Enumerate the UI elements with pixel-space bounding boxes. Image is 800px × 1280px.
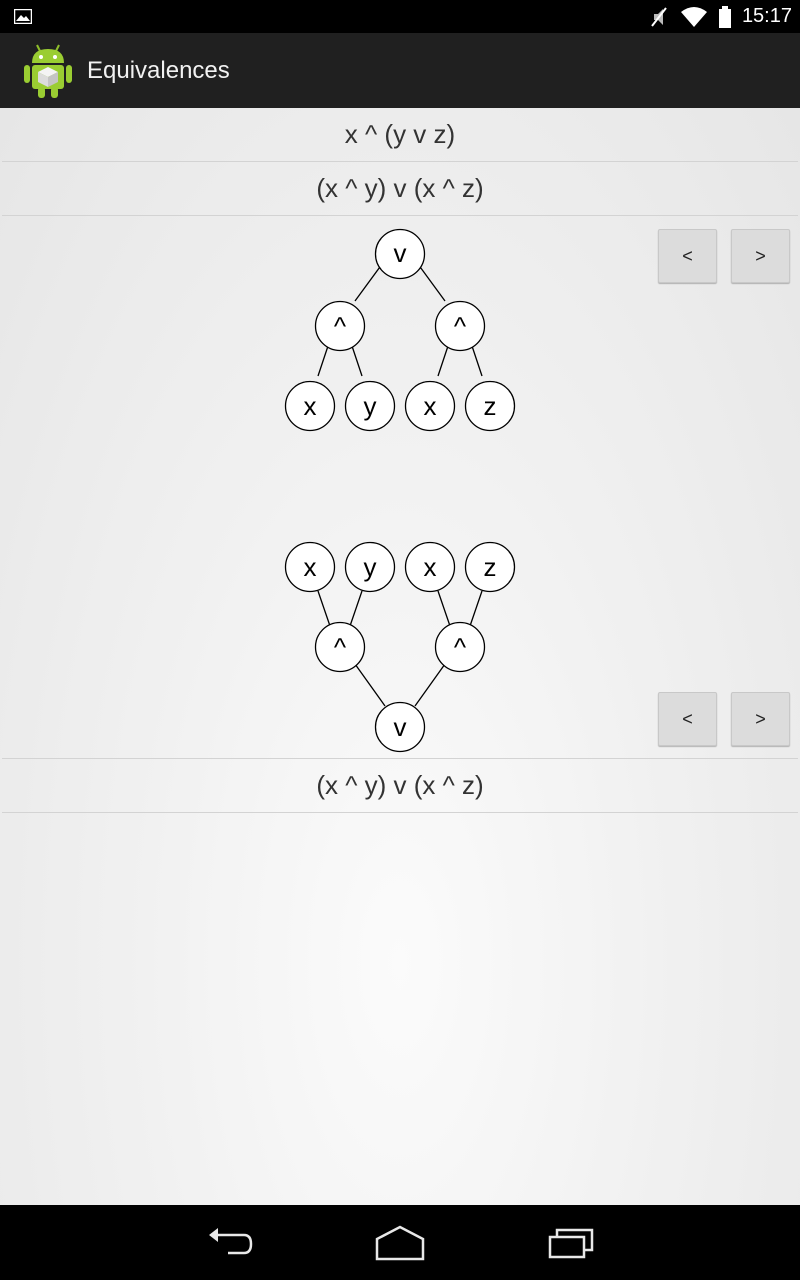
top-tree-leaf-label: x bbox=[424, 391, 437, 421]
bottom-tree-root-node: v bbox=[374, 701, 426, 753]
mute-icon bbox=[651, 6, 667, 27]
content-area: x ^ (y v z) (x ^ y) v (x ^ z) v ^ ^ x y … bbox=[0, 108, 800, 1205]
top-tree-root-node: v bbox=[374, 228, 426, 280]
recent-apps-icon[interactable] bbox=[547, 1223, 595, 1263]
bottom-tree-leaf-label: x bbox=[424, 552, 437, 582]
bottom-tree-leaf-node: z bbox=[464, 541, 516, 593]
top-tree-root-label: v bbox=[394, 238, 407, 268]
bottom-tree-root-label: v bbox=[394, 712, 407, 742]
top-tree-leaf-label: z bbox=[484, 391, 497, 421]
top-tree-right-op-node: ^ bbox=[434, 300, 486, 352]
bottom-tree-left-op-node: ^ bbox=[314, 621, 366, 673]
top-tree-prev-button[interactable]: < bbox=[658, 229, 717, 283]
home-icon[interactable] bbox=[374, 1223, 426, 1263]
top-tree-leaf-node: x bbox=[404, 380, 456, 432]
expression-row-result[interactable]: (x ^ y) v (x ^ z) bbox=[2, 758, 798, 813]
top-tree-leaf-label: x bbox=[304, 391, 317, 421]
tree-area: v ^ ^ x y x z x y x z ^ ^ v < > < > bbox=[0, 216, 800, 758]
bottom-tree-leaf-node: x bbox=[284, 541, 336, 593]
top-tree-leaf-label: y bbox=[364, 391, 377, 421]
bottom-tree-leaf-label: y bbox=[364, 552, 377, 582]
bottom-tree-prev-button[interactable]: < bbox=[658, 692, 717, 746]
bottom-tree-leaf-label: z bbox=[484, 552, 497, 582]
top-tree-leaf-node: z bbox=[464, 380, 516, 432]
bottom-tree-right-op-label: ^ bbox=[454, 632, 467, 662]
bottom-tree: x y x z ^ ^ v bbox=[284, 541, 516, 753]
status-bar: 15:17 bbox=[0, 0, 800, 33]
app-title: Equivalences bbox=[87, 57, 230, 84]
wifi-icon bbox=[680, 6, 707, 27]
bottom-tree-next-button[interactable]: > bbox=[731, 692, 790, 746]
bottom-tree-leaf-node: y bbox=[344, 541, 396, 593]
top-tree-right-op-label: ^ bbox=[454, 311, 467, 341]
bottom-tree-left-op-label: ^ bbox=[334, 632, 347, 662]
bottom-tree-right-op-node: ^ bbox=[434, 621, 486, 673]
bottom-tree-leaf-label: x bbox=[304, 552, 317, 582]
gallery-notification-icon bbox=[14, 9, 32, 24]
expression-row-second[interactable]: (x ^ y) v (x ^ z) bbox=[2, 162, 798, 216]
action-bar: Equivalences bbox=[0, 33, 800, 108]
top-tree-leaf-node: x bbox=[284, 380, 336, 432]
bottom-tree-leaf-node: x bbox=[404, 541, 456, 593]
top-tree: v ^ ^ x y x z bbox=[284, 228, 516, 432]
top-tree-left-op-label: ^ bbox=[334, 311, 347, 341]
top-tree-next-button[interactable]: > bbox=[731, 229, 790, 283]
battery-icon bbox=[718, 5, 731, 28]
clock: 15:17 bbox=[741, 5, 792, 27]
top-tree-leaf-node: y bbox=[344, 380, 396, 432]
back-icon[interactable] bbox=[206, 1223, 254, 1263]
top-tree-left-op-node: ^ bbox=[314, 300, 366, 352]
navigation-bar bbox=[0, 1205, 800, 1280]
expression-row-first[interactable]: x ^ (y v z) bbox=[2, 108, 798, 162]
android-app-icon[interactable] bbox=[20, 39, 76, 99]
tree-canvas: v ^ ^ x y x z x y x z ^ ^ v bbox=[284, 228, 516, 753]
